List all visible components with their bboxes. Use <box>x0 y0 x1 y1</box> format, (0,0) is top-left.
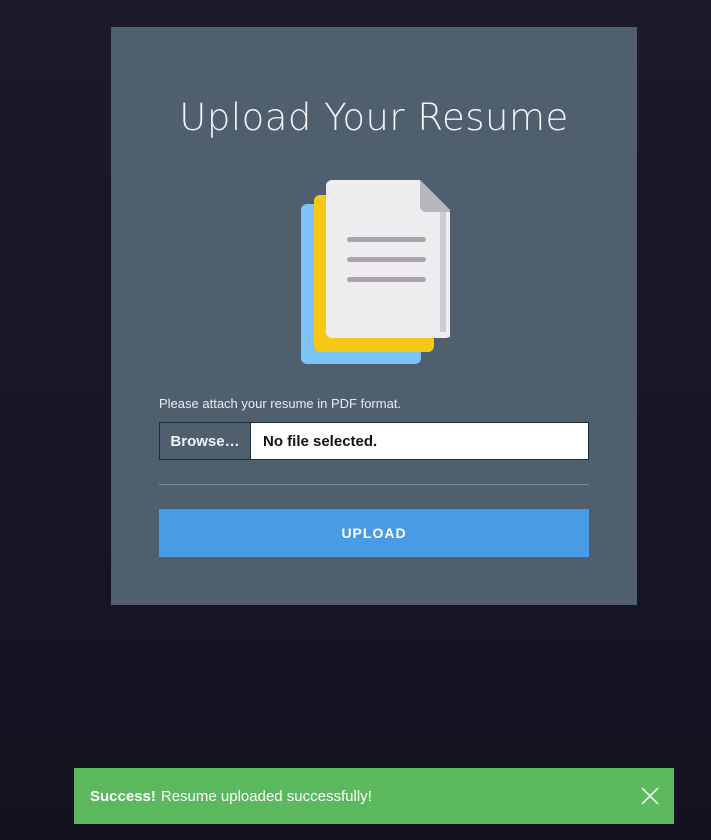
format-hint: Please attach your resume in PDF format. <box>159 396 402 411</box>
upload-card: Upload Your Resume Please attach your re… <box>111 27 637 605</box>
success-toast: Success! Resume uploaded successfully! <box>74 768 674 824</box>
upload-button[interactable]: UPLOAD <box>159 509 589 557</box>
page-title: Upload Your Resume <box>179 96 569 139</box>
divider <box>159 484 589 485</box>
toast-title: Success! <box>90 787 156 805</box>
file-input[interactable]: Browse… No file selected. <box>159 422 589 460</box>
file-status-text: No file selected. <box>263 432 378 450</box>
browse-button[interactable]: Browse… <box>160 423 251 459</box>
toast-message: Resume uploaded successfully! <box>160 787 372 805</box>
document-stack-icon <box>301 180 450 364</box>
close-icon[interactable] <box>640 786 660 806</box>
